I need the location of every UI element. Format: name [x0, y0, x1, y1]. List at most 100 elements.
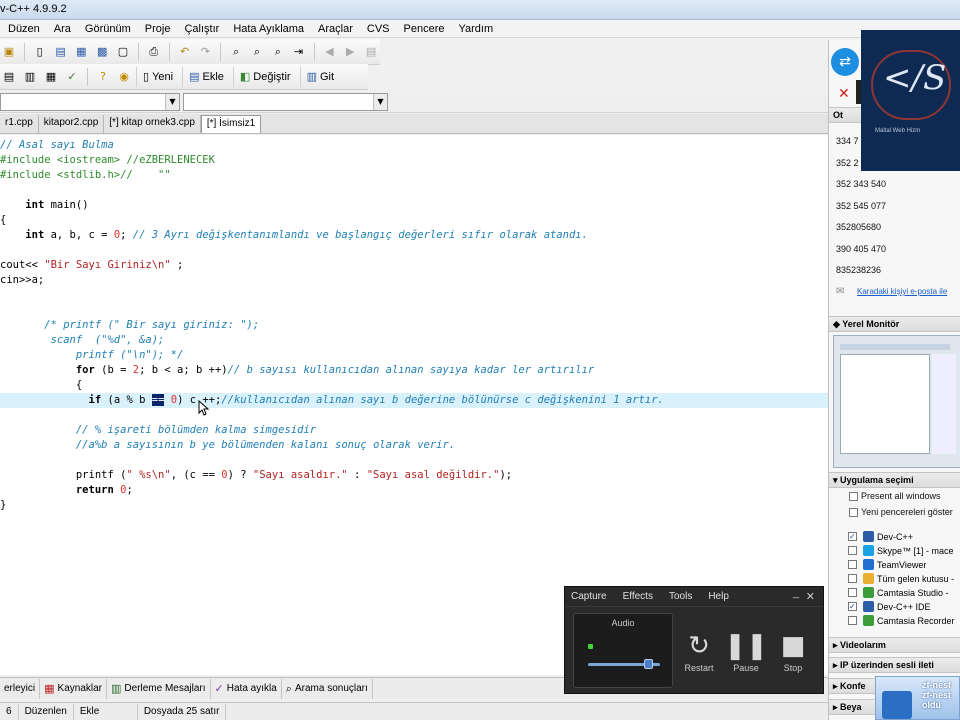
undo-icon[interactable]: ↶	[176, 43, 194, 61]
check-icon[interactable]: ✓	[63, 68, 81, 86]
id-entry[interactable]: 352805680	[836, 222, 881, 232]
voip-header[interactable]: ▸ IP üzerinden sesli ileti	[829, 657, 960, 673]
pause-button[interactable]: ❚❚ Pause	[724, 629, 768, 673]
help-icon[interactable]: ?	[94, 68, 112, 86]
menu-araclar[interactable]: Araçlar	[318, 23, 353, 35]
class-browser-icon[interactable]: ▤	[362, 43, 380, 61]
tab-find-results[interactable]: ⌕ Arama sonuçları	[282, 678, 373, 699]
checkbox-icon[interactable]	[848, 560, 857, 569]
print-icon[interactable]: ⎙	[145, 43, 163, 61]
app-list-item[interactable]: Camtasia Recorder	[836, 615, 955, 626]
code-line[interactable]: /* printf (" Bir sayı giriniz: ");	[0, 318, 259, 333]
code-line[interactable]: if (a % b == 0) c ++;//kullanıcıdan alın…	[0, 393, 828, 408]
compile-run-icon[interactable]: ▦	[42, 68, 60, 86]
stop-button[interactable]: ■ Stop	[775, 629, 811, 673]
audio-volume-knob[interactable]	[644, 659, 654, 669]
close-icon[interactable]: ✕	[806, 590, 815, 603]
app-list-item[interactable]: Tüm gelen kutusu -	[836, 573, 954, 584]
close-file-icon[interactable]: ▢	[114, 43, 132, 61]
code-line[interactable]: }	[0, 498, 6, 513]
new-windows-checkbox[interactable]: Yeni pencereleri göster	[849, 507, 953, 518]
about-icon[interactable]: ◉	[115, 68, 133, 86]
menu-pencere[interactable]: Pencere	[404, 23, 445, 35]
code-line[interactable]: // % işareti bölümden kalma simgesidir	[0, 423, 316, 438]
menu-ara[interactable]: Ara	[54, 23, 71, 35]
id-entry[interactable]: 352 2	[836, 158, 859, 168]
code-line[interactable]: #include <stdlib.h>// ""	[0, 168, 171, 183]
local-monitor-header[interactable]: ◆ Yerel Monitör	[829, 316, 960, 332]
code-line[interactable]: cin>>a;	[0, 273, 44, 288]
menu-yardim[interactable]: Yardım	[459, 23, 494, 35]
open-file-icon[interactable]: ▤	[52, 43, 70, 61]
app-list-item[interactable]: Skype™ [1] - mace	[836, 545, 954, 556]
code-line[interactable]: //a%b a sayısının b ye bölümenden kalanı…	[0, 438, 455, 453]
toggle-button[interactable]: ◧ Değiştir	[232, 66, 297, 87]
class-select[interactable]: ▼	[0, 93, 180, 111]
checked-checkbox-icon[interactable]: ✓	[848, 532, 857, 541]
code-line[interactable]: return 0;	[0, 483, 133, 498]
nav-back-icon[interactable]: ◀	[320, 43, 338, 61]
email-link[interactable]: Karadaki kişiyi e-posta ile	[857, 287, 947, 296]
chevron-down-icon[interactable]: ▼	[165, 94, 179, 110]
present-all-checkbox[interactable]: Present all windows	[849, 491, 941, 502]
checkbox-icon[interactable]	[848, 546, 857, 555]
goto-line-icon[interactable]: ⇥	[290, 43, 308, 61]
menu-help[interactable]: Help	[708, 591, 729, 602]
code-line[interactable]: scanf ("%d", &a);	[0, 333, 165, 348]
restart-button[interactable]: ↻ Restart	[681, 629, 717, 673]
id-entry[interactable]: 352 343 540	[836, 179, 886, 189]
save-all-icon[interactable]: ▩	[93, 43, 111, 61]
goto-button[interactable]: ▥ Git	[299, 66, 340, 87]
app-list-item[interactable]: Camtasia Studio -	[836, 587, 949, 598]
member-select[interactable]: ▼	[183, 93, 388, 111]
code-line[interactable]: printf (" %s\n", (c == 0) ? "Sayı asaldı…	[0, 468, 512, 483]
menu-effects[interactable]: Effects	[623, 591, 653, 602]
menu-calistir[interactable]: Çalıştır	[184, 23, 219, 35]
code-line[interactable]: for (b = 2; b < a; b ++)// b sayısı kull…	[0, 363, 594, 378]
code-line[interactable]: #include <iostream> //eZBERLENECEK	[0, 153, 215, 168]
new-button[interactable]: ▯ Yeni	[136, 66, 179, 87]
open-project-icon[interactable]: ▣	[0, 43, 18, 61]
nav-forward-icon[interactable]: ▶	[341, 43, 359, 61]
close-icon[interactable]: ✕	[838, 86, 850, 102]
id-entry[interactable]: 390 405 470	[836, 244, 886, 254]
id-entry[interactable]: 334 7	[836, 136, 859, 146]
compile-icon[interactable]: ▤	[0, 68, 18, 86]
checkbox-icon[interactable]	[848, 574, 857, 583]
menu-tools[interactable]: Tools	[669, 591, 692, 602]
tab-r1[interactable]: r1.cpp	[0, 115, 39, 133]
teamviewer-logo-icon[interactable]: ⇄	[831, 48, 859, 76]
code-line[interactable]: int main()	[0, 198, 88, 213]
replace-icon[interactable]: ⌕	[248, 43, 266, 61]
menu-gorunum[interactable]: Görünüm	[85, 23, 131, 35]
menu-cvs[interactable]: CVS	[367, 23, 390, 35]
code-line[interactable]: cout<< "Bir Sayı Giriniz\n" ;	[0, 258, 183, 273]
code-line[interactable]: {	[0, 378, 82, 393]
find-next-icon[interactable]: ⌕	[269, 43, 287, 61]
code-line[interactable]: printf ("\n"); */	[0, 348, 183, 363]
code-line[interactable]: {	[0, 213, 6, 228]
monitor-preview[interactable]	[833, 335, 960, 468]
app-selection-header[interactable]: ▾ Uygulama seçimi	[829, 472, 960, 488]
code-line[interactable]: // Asal sayı Bulma	[0, 138, 114, 153]
insert-button[interactable]: ▤ Ekle	[182, 66, 230, 87]
app-list-item[interactable]: ✓ Dev-C++ IDE	[836, 601, 931, 612]
videos-header[interactable]: ▸ Videolarım	[829, 637, 960, 653]
tab-resources[interactable]: ▦ Kaynaklar	[40, 678, 107, 699]
save-icon[interactable]: ▦	[72, 43, 90, 61]
new-file-icon[interactable]: ▯	[31, 43, 49, 61]
id-entry[interactable]: 835238236	[836, 265, 881, 275]
app-list-item[interactable]: TeamViewer	[836, 559, 926, 570]
tab-debug[interactable]: ✓ Hata ayıkla	[211, 678, 282, 699]
checked-checkbox-icon[interactable]: ✓	[848, 602, 857, 611]
app-list-item[interactable]: ✓ Dev-C++	[836, 531, 913, 542]
menu-duzen[interactable]: Düzen	[8, 23, 40, 35]
checkbox-icon[interactable]	[848, 588, 857, 597]
redo-icon[interactable]: ↷	[196, 43, 214, 61]
chevron-down-icon[interactable]: ▼	[373, 94, 387, 110]
tab-kitapor2[interactable]: kitapor2.cpp	[39, 115, 105, 133]
find-icon[interactable]: ⌕	[227, 43, 245, 61]
menu-hata-ayiklama[interactable]: Hata Ayıklama	[233, 23, 304, 35]
minimize-icon[interactable]: _	[793, 587, 799, 599]
code-line[interactable]: int a, b, c = 0; // 3 Ayrı değişkentanım…	[0, 228, 588, 243]
